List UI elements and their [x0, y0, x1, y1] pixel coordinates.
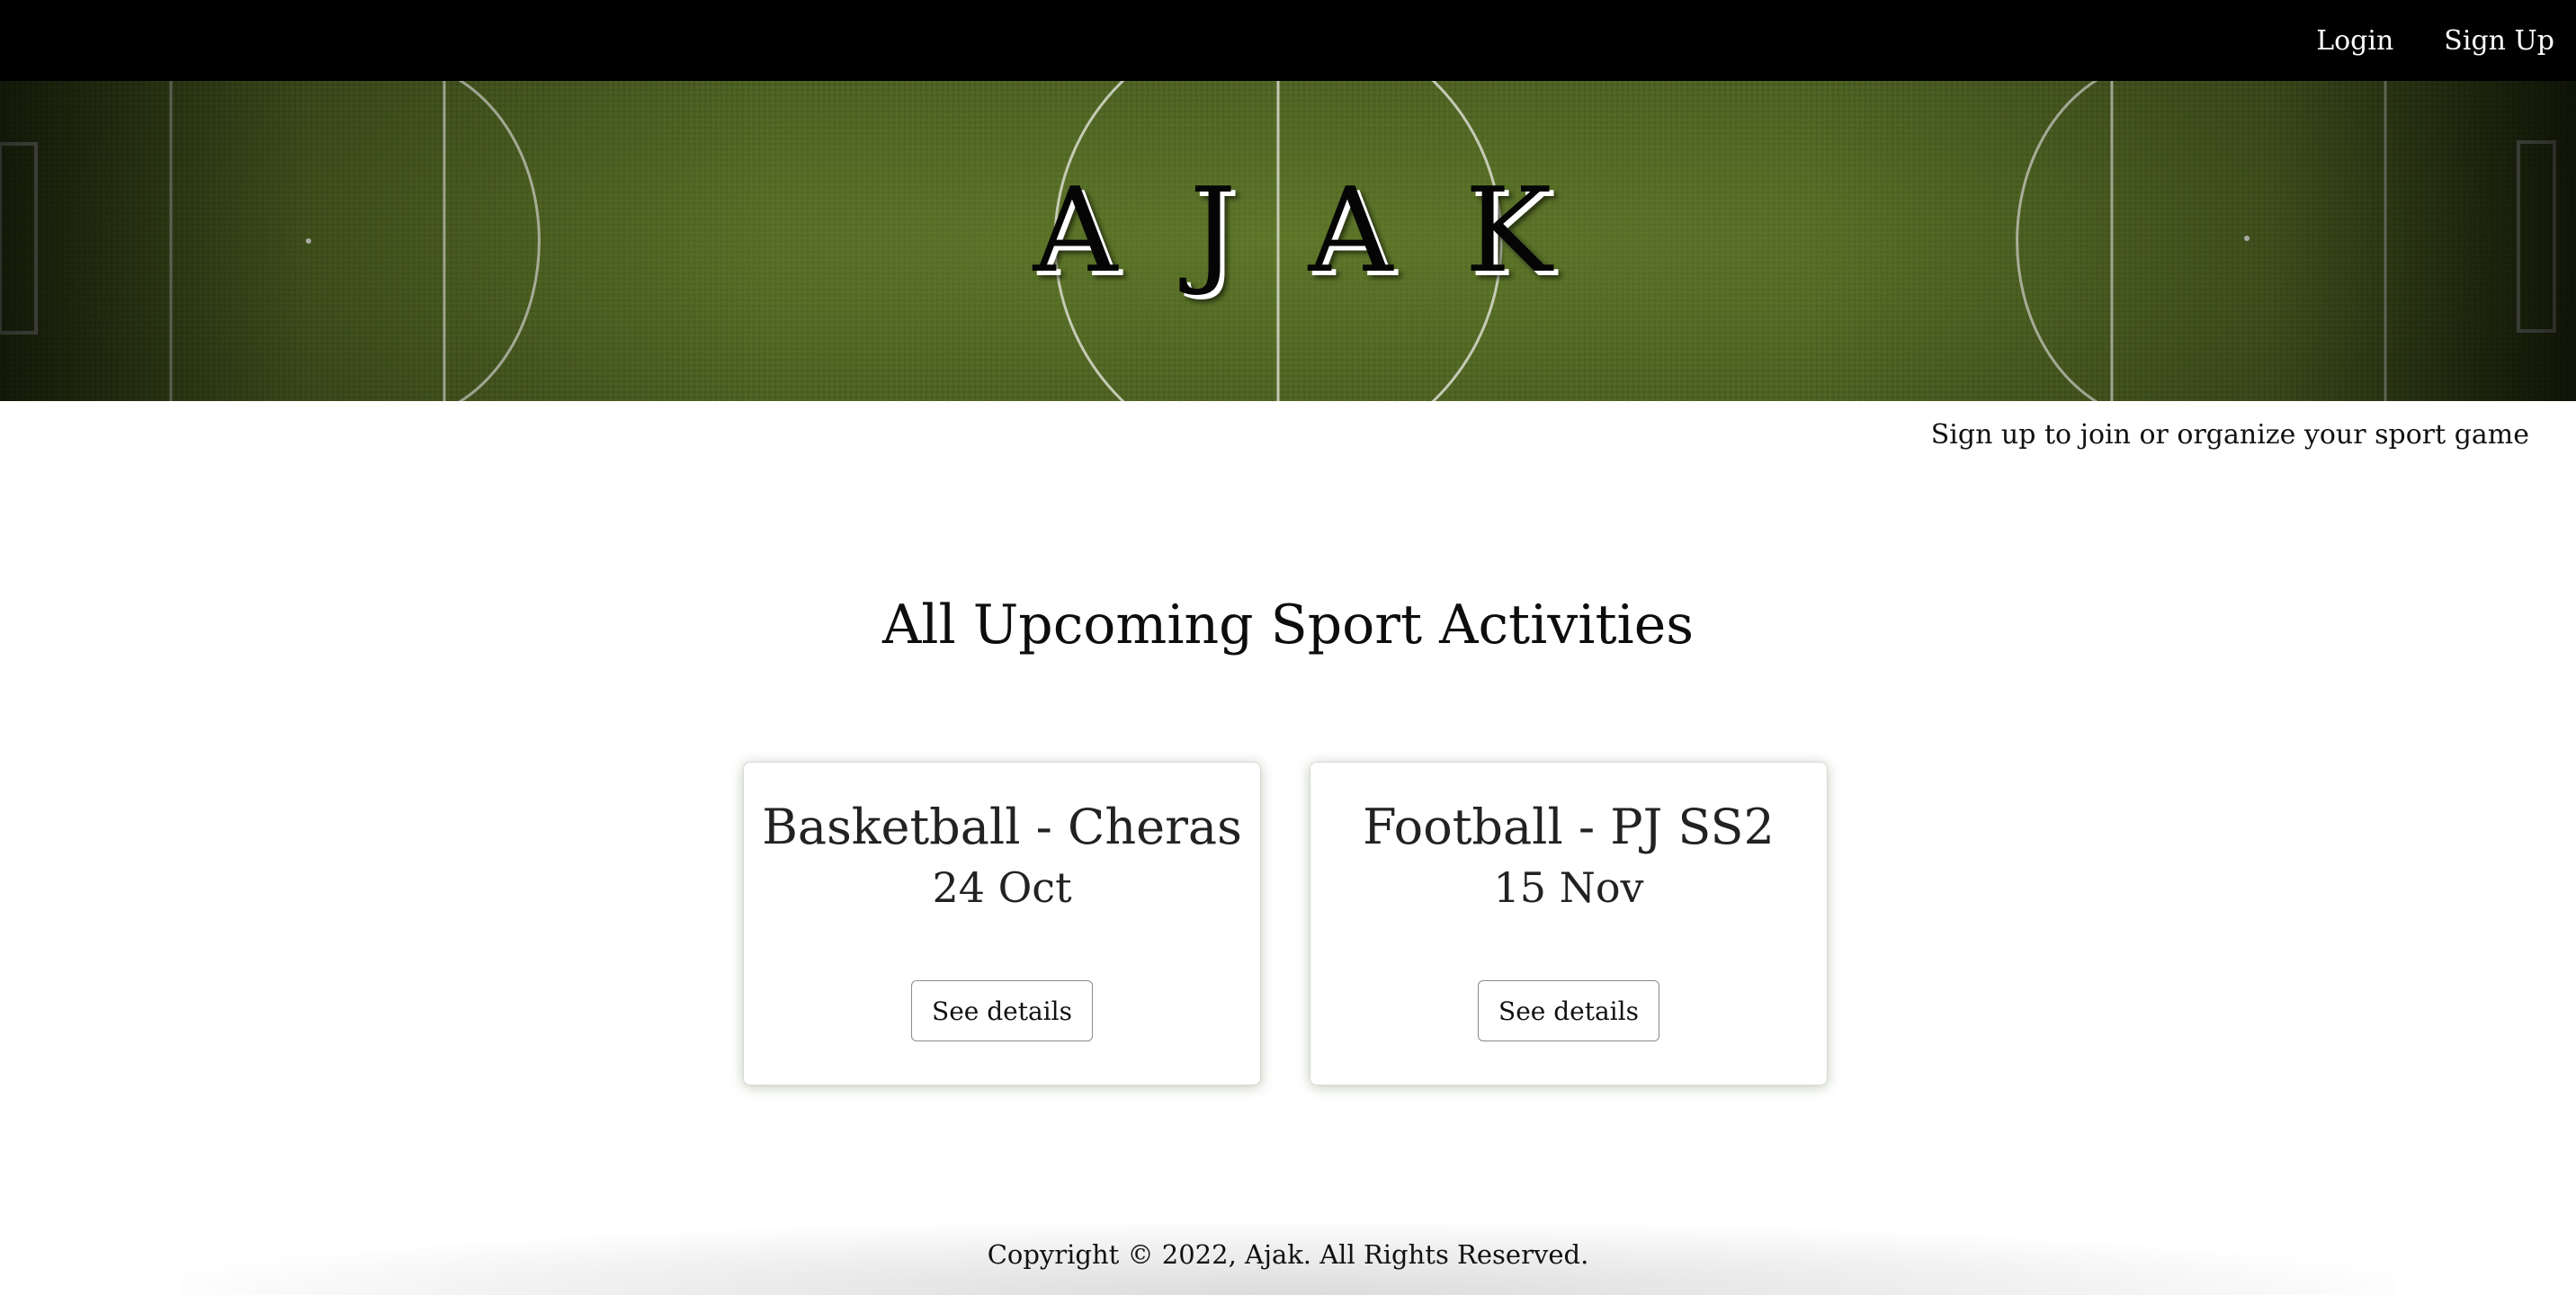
- login-link[interactable]: Login: [2316, 25, 2393, 57]
- brand-letter: A: [1033, 162, 1118, 299]
- activity-list: Basketball - Cheras 24 Oct See details F…: [743, 762, 1828, 1085]
- brand-letter: K: [1464, 162, 1552, 299]
- see-details-button[interactable]: See details: [1478, 980, 1659, 1041]
- signup-link[interactable]: Sign Up: [2444, 25, 2554, 57]
- nav-links: Login Sign Up: [2316, 0, 2554, 81]
- top-navbar: Login Sign Up: [0, 0, 2576, 81]
- brand-letter: J: [1189, 162, 1237, 299]
- activity-card: Basketball - Cheras 24 Oct See details: [743, 762, 1261, 1085]
- hero-banner: A J A K: [0, 81, 2576, 401]
- activity-date: 24 Oct: [932, 863, 1072, 912]
- brand-letter: A: [1308, 162, 1393, 299]
- see-details-button[interactable]: See details: [911, 980, 1093, 1041]
- brand-logo: A J A K: [0, 81, 2576, 401]
- activity-date: 15 Nov: [1493, 863, 1644, 912]
- footer: Copyright © 2022, Ajak. All Rights Reser…: [0, 1205, 2576, 1295]
- activity-title: Basketball - Cheras: [762, 799, 1242, 855]
- activity-card: Football - PJ SS2 15 Nov See details: [1310, 762, 1828, 1085]
- activity-title: Football - PJ SS2: [1363, 799, 1775, 855]
- copyright-text: Copyright © 2022, Ajak. All Rights Reser…: [987, 1239, 1589, 1270]
- tagline: Sign up to join or organize your sport g…: [1930, 419, 2529, 451]
- page-title: All Upcoming Sport Activities: [881, 594, 1695, 656]
